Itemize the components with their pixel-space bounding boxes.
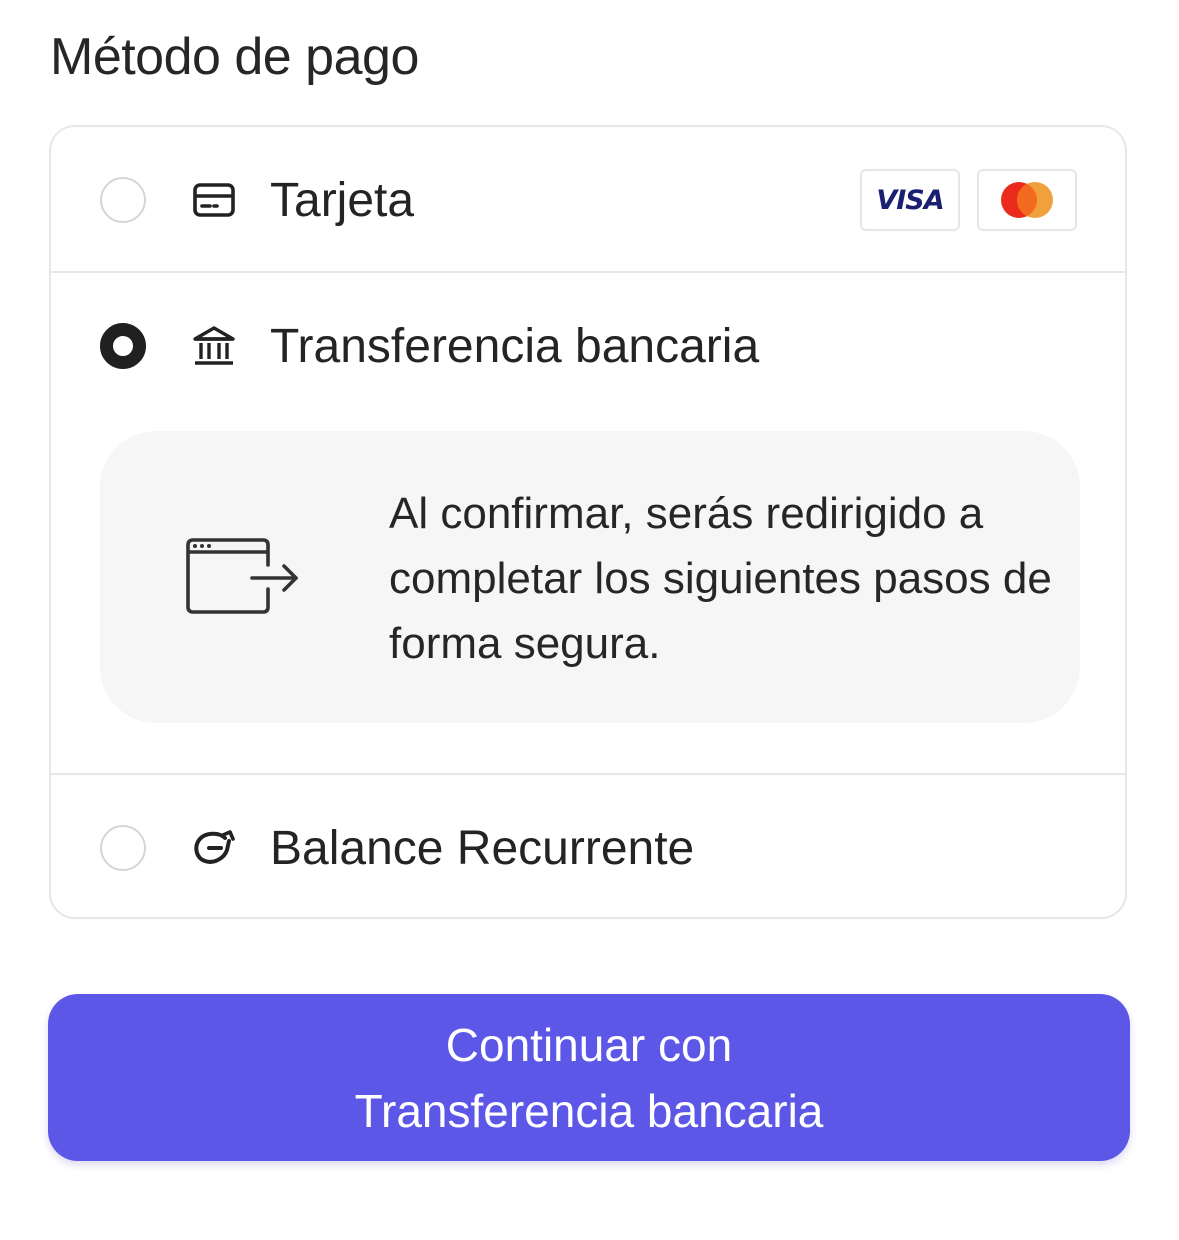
payment-option-card[interactable]: Tarjeta VISA (51, 127, 1125, 273)
continue-button[interactable]: Continuar con Transferencia bancaria (48, 994, 1130, 1161)
credit-card-icon (191, 177, 237, 223)
browser-redirect-icon (184, 537, 304, 617)
page-title: Método de pago (50, 28, 419, 86)
radio-recurring-balance[interactable] (100, 825, 146, 871)
bank-icon (191, 323, 237, 369)
mastercard-logo (977, 169, 1077, 231)
visa-logo: VISA (860, 169, 960, 231)
payment-option-label: Transferencia bancaria (270, 320, 760, 373)
recurring-balance-icon (191, 825, 237, 871)
payment-option-label: Balance Recurrente (270, 822, 695, 875)
visa-logo-text: VISA (876, 184, 944, 216)
payment-option-recurring-balance[interactable]: Balance Recurrente (51, 775, 1125, 917)
redirect-info-text: Al confirmar, serás redirigido a complet… (389, 489, 1052, 668)
payment-option-label: Tarjeta (270, 174, 415, 227)
payment-method-list: Tarjeta VISA Transferencia bancaria Al c… (49, 125, 1127, 919)
radio-bank-transfer[interactable] (100, 323, 146, 369)
payment-option-bank-transfer[interactable]: Transferencia bancaria Al confirmar, ser… (51, 273, 1125, 775)
redirect-info-box: Al confirmar, serás redirigido a complet… (100, 431, 1080, 723)
radio-card[interactable] (100, 177, 146, 223)
